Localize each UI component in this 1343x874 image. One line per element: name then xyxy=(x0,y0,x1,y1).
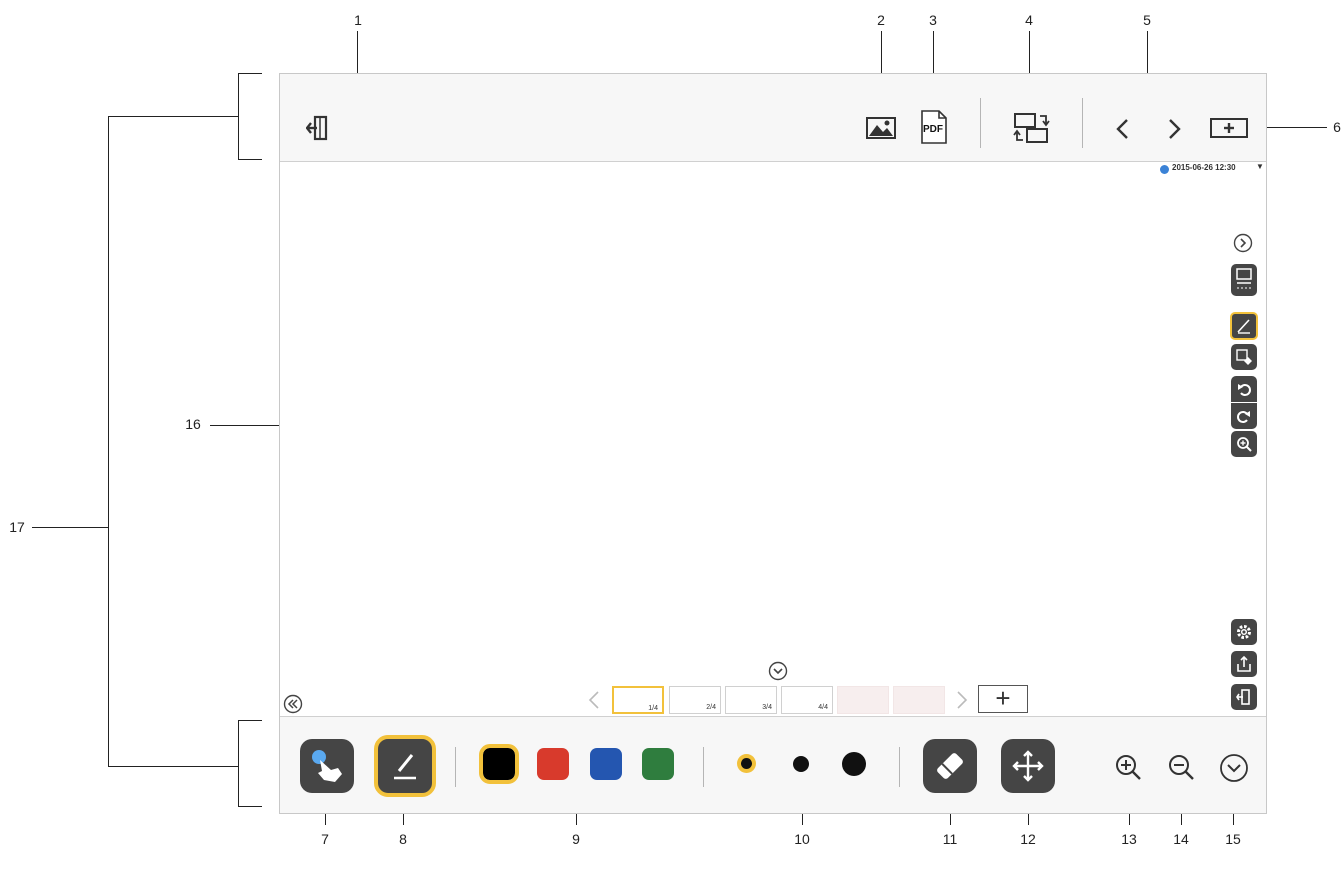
leader-17 xyxy=(32,527,109,528)
eraser-icon[interactable] xyxy=(923,739,977,793)
callout-11: 11 xyxy=(942,831,958,847)
hand-icon[interactable] xyxy=(300,739,354,793)
pdf-label: PDF xyxy=(923,124,943,135)
zoom-out-icon[interactable] xyxy=(1167,753,1195,781)
bracket-17-v xyxy=(108,116,109,767)
add-page-icon[interactable] xyxy=(1210,118,1248,138)
callout-13: 13 xyxy=(1121,831,1137,847)
color-blue-swatch[interactable] xyxy=(590,748,622,780)
strip-next-icon[interactable] xyxy=(956,690,968,710)
size-small-dot[interactable] xyxy=(741,758,752,769)
top-toolbar: PDF xyxy=(280,74,1266,162)
pdf-icon[interactable]: PDF xyxy=(920,110,948,144)
move-icon[interactable] xyxy=(1001,739,1055,793)
color-black-swatch[interactable] xyxy=(479,744,519,784)
side-eraser-icon[interactable] xyxy=(1231,344,1257,370)
bottom-divider-3 xyxy=(899,747,900,787)
whiteboard-screen: PDF 2015-06-26 12:30 ▼ 1/4 2/4 3/4 4/4 + xyxy=(279,73,1267,814)
info-dot-icon xyxy=(1160,165,1169,174)
strip-prev-icon[interactable] xyxy=(588,690,600,710)
callout-5: 5 xyxy=(1143,12,1151,28)
color-red-swatch[interactable] xyxy=(537,748,569,780)
bracket-17-top xyxy=(108,116,239,117)
exit-icon[interactable] xyxy=(305,114,332,142)
size-medium-dot[interactable] xyxy=(793,756,809,772)
datetime-dropdown-icon[interactable]: ▼ xyxy=(1256,162,1264,171)
bracket-top-t xyxy=(238,73,262,74)
switch-screen-icon[interactable] xyxy=(1013,112,1051,144)
strip-add-page-button[interactable]: + xyxy=(978,685,1028,713)
side-expand-icon[interactable] xyxy=(1233,233,1253,253)
bracket-top-b xyxy=(238,159,262,160)
page-thumb-2[interactable]: 2/4 xyxy=(669,686,721,714)
pen-icon[interactable] xyxy=(374,735,436,797)
size-large-dot[interactable] xyxy=(842,752,866,776)
side-undo-icon[interactable] xyxy=(1231,376,1257,402)
callout-7: 7 xyxy=(321,831,329,847)
callout-1: 1 xyxy=(354,12,362,28)
bottom-divider-2 xyxy=(703,747,704,787)
side-share-icon[interactable] xyxy=(1231,651,1257,677)
bracket-top-v xyxy=(238,73,239,160)
image-icon[interactable] xyxy=(866,117,896,139)
page-thumb-3[interactable]: 3/4 xyxy=(725,686,777,714)
top-divider-1 xyxy=(980,98,981,148)
side-redo-icon[interactable] xyxy=(1231,403,1257,429)
callout-2: 2 xyxy=(877,12,885,28)
bracket-17-bottom xyxy=(108,766,239,767)
side-settings-icon[interactable] xyxy=(1231,619,1257,645)
side-pen-icon[interactable] xyxy=(1230,312,1258,340)
callout-12: 12 xyxy=(1020,831,1036,847)
callout-14: 14 xyxy=(1173,831,1189,847)
bracket-bottom-v xyxy=(238,720,239,807)
page-thumb-empty-2 xyxy=(893,686,945,714)
callout-16: 16 xyxy=(185,416,201,432)
color-green-swatch[interactable] xyxy=(642,748,674,780)
bottom-toolbar xyxy=(280,716,1266,813)
top-divider-2 xyxy=(1082,98,1083,148)
bracket-bottom-t xyxy=(238,720,262,721)
side-board-icon[interactable] xyxy=(1231,264,1257,296)
page-thumb-1[interactable]: 1/4 xyxy=(612,686,664,714)
callout-3: 3 xyxy=(929,12,937,28)
datetime-label: 2015-06-26 12:30 xyxy=(1172,163,1236,172)
callout-17: 17 xyxy=(9,519,25,535)
prev-icon[interactable] xyxy=(1115,118,1131,140)
callout-4: 4 xyxy=(1025,12,1033,28)
side-exit-icon[interactable] xyxy=(1231,684,1257,710)
callout-9: 9 xyxy=(572,831,580,847)
collapse-toolbar-icon[interactable] xyxy=(1219,753,1249,783)
callout-10: 10 xyxy=(794,831,810,847)
next-icon[interactable] xyxy=(1166,118,1182,140)
panel-collapse-icon[interactable] xyxy=(283,694,303,714)
callout-15: 15 xyxy=(1225,831,1241,847)
bracket-bottom-b xyxy=(238,806,262,807)
page-strip-collapse-icon[interactable] xyxy=(768,661,788,681)
side-zoom-icon[interactable] xyxy=(1231,431,1257,457)
callout-8: 8 xyxy=(399,831,407,847)
zoom-in-icon[interactable] xyxy=(1114,753,1142,781)
page-thumb-4[interactable]: 4/4 xyxy=(781,686,833,714)
bottom-divider-1 xyxy=(455,747,456,787)
page-thumb-empty-1 xyxy=(837,686,889,714)
